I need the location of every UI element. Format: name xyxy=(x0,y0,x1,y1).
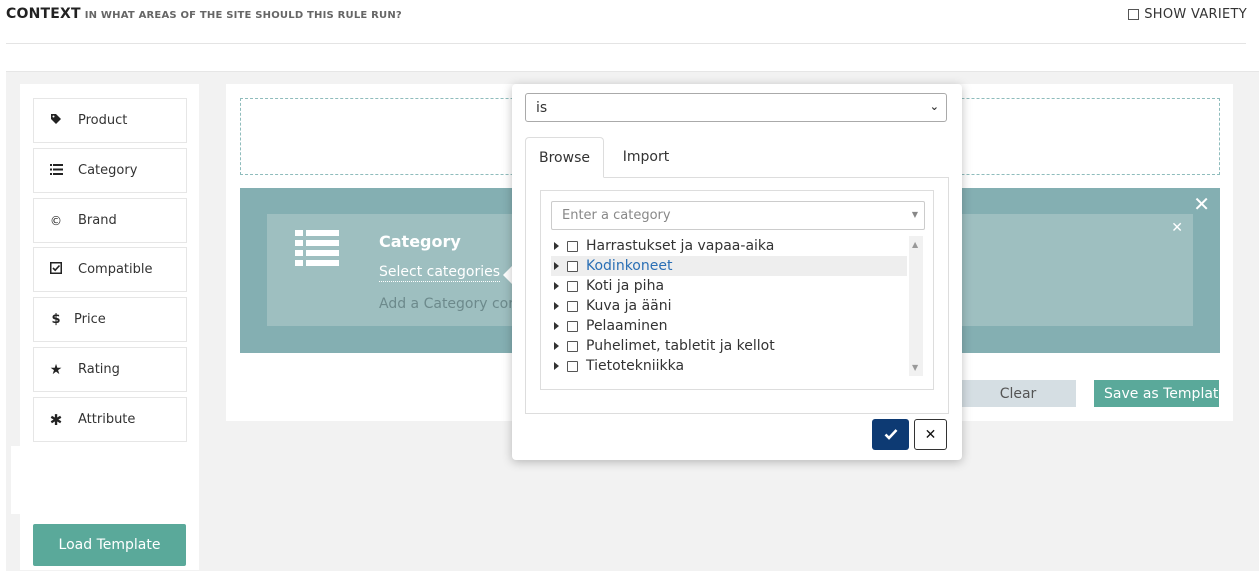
sidebar-item-compatible[interactable]: Compatible xyxy=(33,247,187,292)
list-icon xyxy=(295,230,339,266)
show-variety-toggle[interactable]: SHOW VARIETY xyxy=(1128,7,1247,22)
list-icon xyxy=(48,163,64,178)
tag-icon xyxy=(48,113,64,128)
sidebar-item-category[interactable]: Category xyxy=(33,148,187,193)
sidebar-item-label: Rating xyxy=(78,362,120,377)
tree-item[interactable]: Harrastukset ja vapaa-aika xyxy=(551,236,907,256)
tree-item-label: Kodinkoneet xyxy=(586,258,673,274)
category-search-placeholder: Enter a category xyxy=(562,208,671,223)
popup-caret xyxy=(503,266,512,284)
tree-checkbox[interactable] xyxy=(567,320,578,332)
show-variety-label: SHOW VARIETY xyxy=(1144,7,1247,22)
expand-icon[interactable] xyxy=(554,322,559,330)
expand-icon[interactable] xyxy=(554,242,559,250)
category-tree: Harrastukset ja vapaa-aika Kodinkoneet K… xyxy=(551,236,923,376)
close-icon[interactable]: ✕ xyxy=(1193,192,1210,216)
chevron-down-icon: ⌄ xyxy=(929,100,939,113)
category-search-input[interactable]: Enter a category ▼ xyxy=(551,201,925,230)
expand-icon[interactable] xyxy=(554,342,559,350)
sidebar-item-label: Category xyxy=(78,163,138,178)
confirm-button[interactable] xyxy=(872,419,909,450)
expand-icon[interactable] xyxy=(554,282,559,290)
star-icon: ★ xyxy=(49,361,63,378)
tree-item[interactable]: Puhelimet, tabletit ja kellot xyxy=(551,336,907,356)
tree-checkbox[interactable] xyxy=(567,300,578,312)
asterisk-icon: ✱ xyxy=(49,410,63,429)
select-categories-link[interactable]: Select categories xyxy=(379,264,501,282)
sidebar-item-label: Product xyxy=(78,113,128,128)
sidebar-item-label: Brand xyxy=(78,213,117,228)
header-divider xyxy=(6,43,1246,44)
tree-checkbox[interactable] xyxy=(567,340,578,352)
tree-item[interactable]: Tietotekniikka xyxy=(551,356,907,376)
tree-checkbox[interactable] xyxy=(567,360,578,372)
context-title: CONTEXT IN WHAT AREAS OF THE SITE SHOULD … xyxy=(6,6,402,22)
expand-icon[interactable] xyxy=(554,362,559,370)
browse-panel: Enter a category ▼ Harrastukset ja vapaa… xyxy=(525,177,949,414)
category-tree-box: Enter a category ▼ Harrastukset ja vapaa… xyxy=(540,190,934,390)
check-icon xyxy=(884,426,898,444)
tree-scrollbar[interactable]: ▲ ▼ xyxy=(909,236,923,376)
copyright-icon: © xyxy=(50,213,62,228)
tree-item[interactable]: Koti ja piha xyxy=(551,276,907,296)
tree-item-label: Puhelimet, tabletit ja kellot xyxy=(586,338,775,354)
cancel-button[interactable]: ✕ xyxy=(914,419,947,450)
caret-down-icon: ▼ xyxy=(911,210,918,219)
expand-icon[interactable] xyxy=(554,262,559,270)
close-icon: ✕ xyxy=(924,426,937,443)
sidebar-item-attribute[interactable]: ✱ Attribute xyxy=(33,397,187,442)
save-as-template-button[interactable]: Save as Templat xyxy=(1094,380,1219,407)
scroll-up-icon[interactable]: ▲ xyxy=(912,240,918,249)
check-square-icon xyxy=(48,262,64,277)
sidebar-item-label: Price xyxy=(74,312,106,327)
context-title-text: CONTEXT xyxy=(6,6,81,22)
sidebar-item-price[interactable]: $ Price xyxy=(33,297,187,342)
condition-title: Category xyxy=(379,232,461,251)
tree-checkbox[interactable] xyxy=(567,240,578,252)
tree-item-label: Koti ja piha xyxy=(586,278,665,294)
sidebar-item-brand[interactable]: © Brand xyxy=(33,198,187,243)
context-subtitle: IN WHAT AREAS OF THE SITE SHOULD THIS RU… xyxy=(84,10,402,21)
operator-value: is xyxy=(536,99,548,116)
category-picker-popup: is ⌄ Browse Import Enter a category ▼ Ha… xyxy=(512,84,962,460)
show-variety-checkbox[interactable] xyxy=(1128,9,1140,20)
sidebar-item-label: Compatible xyxy=(78,262,153,277)
context-header: CONTEXT IN WHAT AREAS OF THE SITE SHOULD … xyxy=(0,0,1259,44)
tree-item-label: Harrastukset ja vapaa-aika xyxy=(586,238,775,254)
scroll-down-icon[interactable]: ▼ xyxy=(912,363,918,372)
tab-import[interactable]: Import xyxy=(613,137,679,177)
picker-tabs: Browse Import xyxy=(525,137,949,178)
close-icon[interactable]: ✕ xyxy=(1171,220,1183,236)
tree-item[interactable]: Kuva ja ääni xyxy=(551,296,907,316)
tree-item[interactable]: Pelaaminen xyxy=(551,316,907,336)
load-template-button[interactable]: Load Template xyxy=(33,524,186,566)
clear-button[interactable]: Clear xyxy=(960,380,1076,407)
condition-sidebar: Product Category © Brand Compatible $ Pr… xyxy=(11,84,199,570)
tree-item[interactable]: Kodinkoneet xyxy=(551,256,907,276)
tree-checkbox[interactable] xyxy=(567,280,578,292)
sidebar-item-label: Attribute xyxy=(78,412,136,427)
expand-icon[interactable] xyxy=(554,302,559,310)
tree-item-label: Tietotekniikka xyxy=(586,358,685,374)
tree-checkbox[interactable] xyxy=(567,260,578,272)
tab-browse[interactable]: Browse xyxy=(525,137,604,178)
sidebar-item-rating[interactable]: ★ Rating xyxy=(33,347,187,392)
tree-item-label: Pelaaminen xyxy=(586,318,668,334)
sidebar-item-product[interactable]: Product xyxy=(33,98,187,143)
sidebar-blank-slot xyxy=(11,446,185,514)
dollar-icon: $ xyxy=(51,312,61,327)
condition-description: Add a Category cor xyxy=(379,296,515,312)
operator-select[interactable]: is ⌄ xyxy=(525,93,947,122)
tree-item-label: Kuva ja ääni xyxy=(586,298,672,314)
